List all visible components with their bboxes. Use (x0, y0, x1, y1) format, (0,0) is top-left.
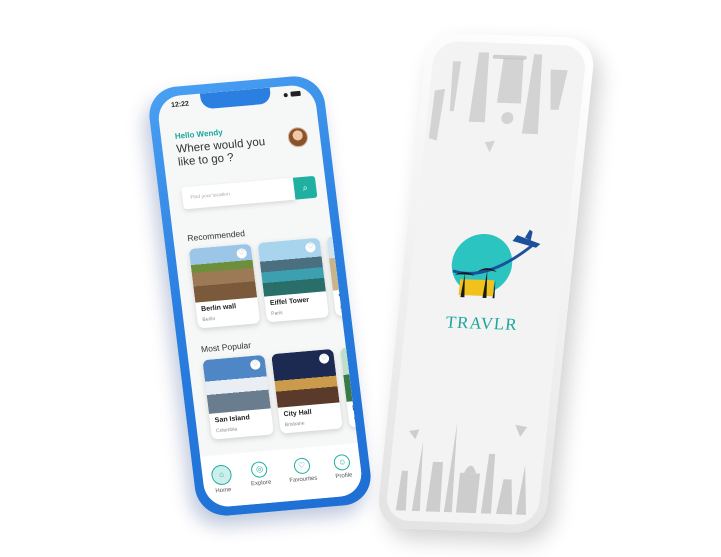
tab-label: Explore (250, 479, 272, 488)
destination-card[interactable]: ♡ San Island Columbia (202, 354, 274, 440)
status-icons (283, 90, 301, 97)
recommended-title: Recommended (186, 228, 246, 244)
card-subtitle: Paris (270, 310, 284, 318)
tab-label: Home (215, 487, 232, 495)
compass-icon: ◎ (250, 460, 269, 479)
search-input[interactable]: Find your location (181, 177, 296, 210)
tab-label: Profile (335, 472, 353, 480)
card-title: Eiffel Tower (269, 296, 310, 308)
battery-icon (290, 90, 301, 97)
home-screen: 12:22 Hello Wendy Where would you like t… (156, 83, 364, 509)
card-subtitle: Berlin (202, 315, 216, 324)
tab-label: Favourites (289, 475, 318, 484)
destination-image (271, 348, 340, 408)
card-title: San Island (214, 414, 251, 425)
tab-profile[interactable]: ☺ Profile (333, 453, 353, 480)
home-icon: ⌂ (210, 464, 233, 486)
search-button[interactable]: ⌕ (292, 175, 318, 200)
user-icon: ☺ (333, 453, 352, 471)
home-phone: 12:22 Hello Wendy Where would you like t… (145, 73, 375, 519)
splash-phone: TRAVLR (375, 32, 597, 534)
heart-icon: ♡ (292, 457, 311, 475)
avatar[interactable] (286, 126, 310, 148)
greeting: Hello Wendy (174, 127, 224, 141)
popular-list: ♡ San Island Columbia ♡ City Hall Brisba… (202, 342, 364, 440)
search-icon: ⌕ (301, 182, 309, 193)
card-title: City Hall (283, 408, 313, 419)
destination-card[interactable]: ♡ Berlin wall Berlin (188, 243, 261, 329)
travlr-logo-icon (451, 229, 541, 299)
brand-name: TRAVLR (444, 312, 519, 334)
landmarks-illustration-top (428, 52, 568, 153)
card-subtitle: Brisbane (284, 420, 305, 429)
destination-card[interactable]: ♡ City Hall Brisbane (271, 348, 343, 434)
tab-favourites[interactable]: ♡ Favourites (287, 457, 318, 484)
status-time: 12:22 (170, 100, 190, 110)
popular-title: Most Popular (200, 339, 252, 355)
page-title: Where would you like to go ? (175, 136, 266, 169)
destination-image (188, 243, 258, 303)
landmarks-illustration-bottom (395, 422, 528, 515)
signal-icon (283, 92, 288, 97)
splash-screen: TRAVLR (384, 40, 588, 526)
tab-explore[interactable]: ◎ Explore (248, 460, 272, 488)
card-subtitle: Columbia (215, 426, 238, 435)
destination-card[interactable]: ♡ Eiffel Tower Paris (257, 237, 330, 323)
tab-home[interactable]: ⌂ Home (210, 464, 233, 495)
card-title: Berlin wall (200, 303, 237, 314)
destination-image (202, 354, 271, 414)
destination-image (257, 237, 326, 297)
